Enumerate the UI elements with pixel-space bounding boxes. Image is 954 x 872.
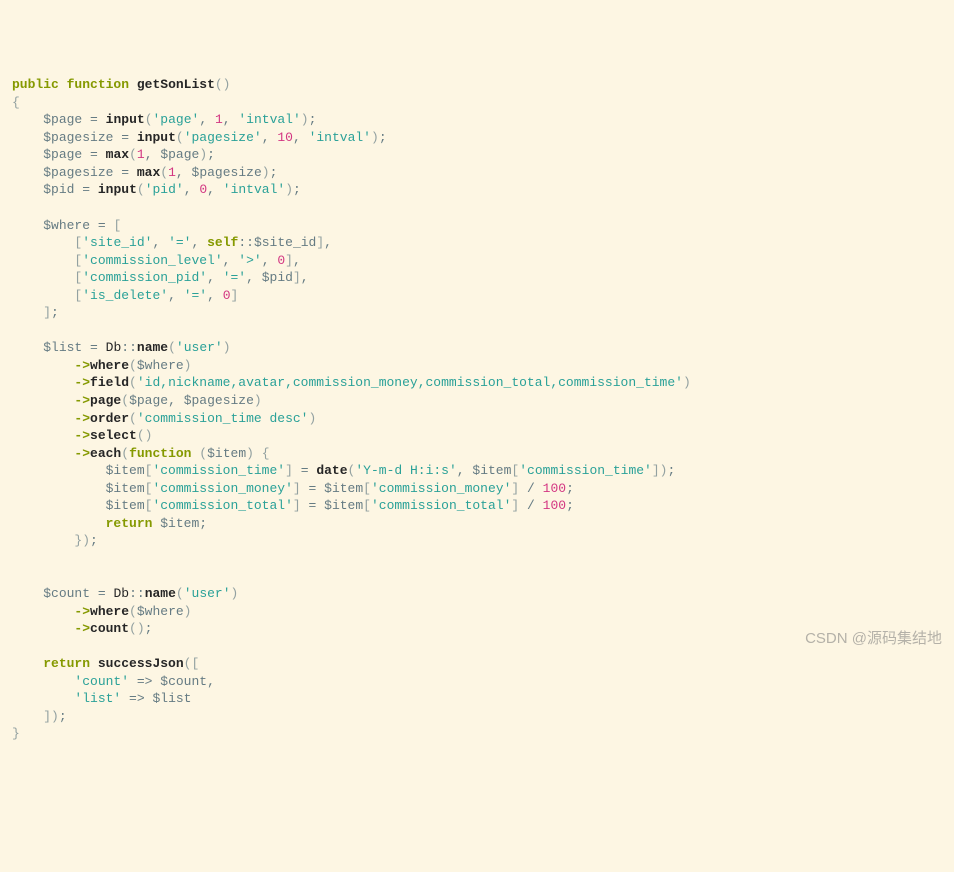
meth-where: where: [90, 358, 129, 373]
str-clevel: 'commission_level': [82, 253, 222, 268]
meth-each: each: [90, 446, 121, 461]
str-gt: '>': [238, 253, 261, 268]
str-pagesize: 'pagesize': [184, 130, 262, 145]
arrow-op: ->: [74, 358, 90, 373]
str-fields: 'id,nickname,avatar,commission_money,com…: [137, 375, 683, 390]
num-10: 10: [277, 130, 293, 145]
str-order: 'commission_time desc': [137, 411, 309, 426]
str-pid: 'pid': [145, 182, 184, 197]
fn-date: date: [316, 463, 347, 478]
static-site-id: $site_id: [254, 235, 316, 250]
num-0: 0: [199, 182, 207, 197]
op-eq: =: [90, 112, 98, 127]
str-count: 'count': [74, 674, 129, 689]
paren: (): [215, 77, 231, 92]
str-intval: 'intval': [238, 112, 300, 127]
meth-select: select: [90, 428, 137, 443]
meth-field: field: [90, 375, 129, 390]
var-pagesize: $pagesize: [43, 130, 113, 145]
var-where: $where: [43, 218, 90, 233]
keyword-function: function: [67, 77, 129, 92]
meth-order: order: [90, 411, 129, 426]
str-list: 'list': [74, 691, 121, 706]
meth-page: page: [90, 393, 121, 408]
function-name: getSonList: [137, 77, 215, 92]
keyword-self: self: [207, 235, 238, 250]
num-1: 1: [215, 112, 223, 127]
var-pid: $pid: [43, 182, 74, 197]
fn-successjson: successJson: [98, 656, 184, 671]
var-item: $item: [207, 446, 246, 461]
class-db: Db: [106, 340, 122, 355]
meth-name: name: [137, 340, 168, 355]
brace: {: [12, 95, 20, 110]
keyword-public: public: [12, 77, 59, 92]
str-user: 'user': [176, 340, 223, 355]
code-block: public function getSonList() { $page = i…: [12, 76, 942, 743]
num-100: 100: [543, 481, 566, 496]
var-page: $page: [43, 112, 82, 127]
var-count: $count: [43, 586, 90, 601]
fn-input: input: [106, 112, 145, 127]
str-isdel: 'is_delete': [82, 288, 168, 303]
str-siteid: 'site_id': [82, 235, 152, 250]
str-eq: '=': [168, 235, 191, 250]
str-page: 'page': [153, 112, 200, 127]
str-ctime: 'commission_time': [152, 463, 285, 478]
meth-count: count: [90, 621, 129, 636]
str-cmoney: 'commission_money': [152, 481, 292, 496]
keyword-return: return: [106, 516, 153, 531]
str-datefmt: 'Y-m-d H:i:s': [355, 463, 456, 478]
str-cpid: 'commission_pid': [82, 270, 207, 285]
str-ctotal: 'commission_total': [152, 498, 292, 513]
var-list: $list: [43, 340, 82, 355]
fn-max: max: [106, 147, 129, 162]
